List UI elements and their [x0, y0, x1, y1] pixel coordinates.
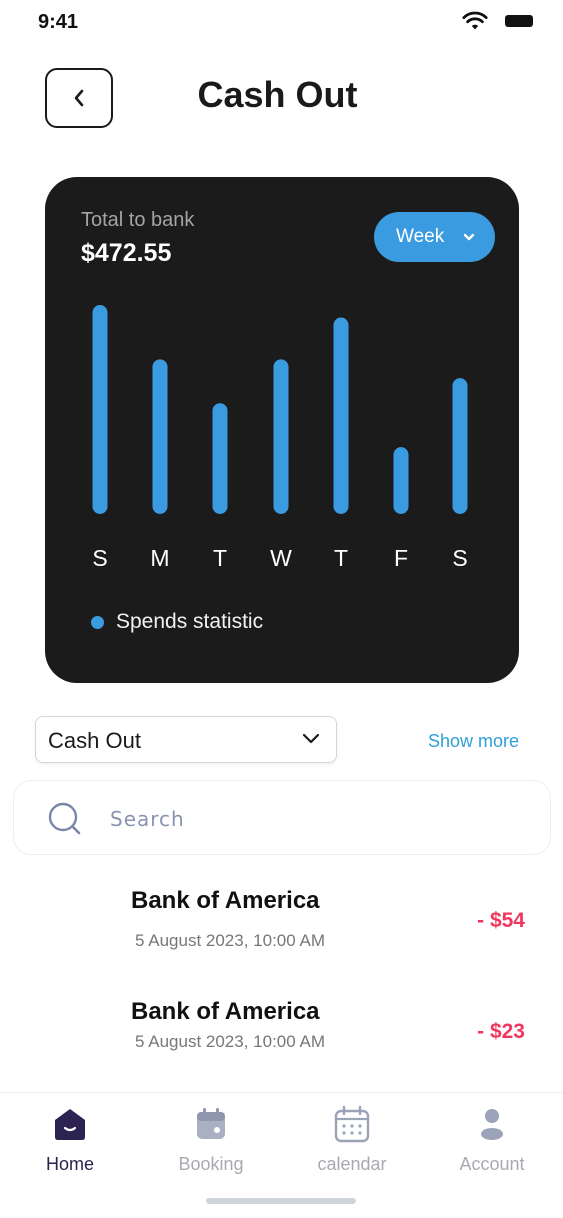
transaction-date: 5 August 2023, 10:00 AM [135, 931, 325, 950]
chart-bar [273, 359, 289, 514]
home-icon [55, 1109, 85, 1140]
tab-account-label: Account [459, 1154, 525, 1174]
x-tick-label: S [92, 545, 107, 571]
tab-booking[interactable]: Booking [141, 1093, 281, 1188]
transaction-type-dropdown[interactable]: Cash Out [35, 716, 337, 763]
legend-dot [91, 615, 104, 629]
page-title: Cash Out [0, 74, 563, 116]
transaction-name: Bank of America [131, 998, 320, 1025]
x-tick-label: M [150, 545, 169, 571]
legend-label: Spends statistic [116, 610, 264, 633]
x-tick-label: S [452, 545, 467, 571]
show-more-link[interactable]: Show more [428, 731, 519, 752]
status-time: 9:41 [38, 11, 79, 33]
chart-legend: Spends statistic [91, 610, 263, 634]
search-bar[interactable] [13, 780, 551, 855]
chart-bar [212, 403, 228, 514]
chevron-down-icon [302, 733, 320, 744]
chart-bar [393, 447, 409, 514]
tab-booking-label: Booking [178, 1154, 244, 1174]
chart-bar [92, 305, 108, 514]
calendar-icon [334, 1105, 370, 1143]
transaction-type-label: Cash Out [48, 728, 141, 753]
tab-calendar-label: calendar [317, 1154, 387, 1174]
wifi-icon [462, 11, 488, 30]
chart-bar [152, 359, 168, 514]
transaction-row[interactable]: Bank of America 5 August 2023, 10:00 AM … [0, 882, 563, 972]
account-icon [481, 1109, 503, 1140]
x-tick-label: T [334, 545, 348, 571]
transaction-name: Bank of America [131, 887, 320, 914]
tab-home-label: Home [45, 1154, 94, 1174]
tab-calendar[interactable]: calendar [282, 1093, 422, 1188]
search-icon [48, 802, 81, 835]
search-input[interactable] [110, 805, 490, 833]
tab-home[interactable]: Home [0, 1093, 140, 1188]
status-bar: 9:41 [0, 0, 563, 44]
transaction-amount: - $54 [477, 909, 525, 932]
page-title-text: Cash Out [197, 74, 358, 115]
home-indicator [206, 1198, 356, 1204]
statistics-card: Total to bank $472.55 Week SMTWTFS Spend… [45, 177, 519, 683]
x-tick-label: F [394, 545, 408, 571]
x-tick-label: T [213, 545, 227, 571]
booking-icon [197, 1108, 225, 1139]
transaction-amount: - $23 [477, 1020, 525, 1043]
x-tick-label: W [270, 545, 292, 571]
chart-bar [452, 378, 468, 514]
chart-bar [333, 317, 349, 514]
bar-chart: SMTWTFS [92, 305, 468, 571]
battery-icon [505, 15, 533, 27]
transaction-row[interactable]: Bank of America 5 August 2023, 10:00 AM … [0, 993, 563, 1083]
transaction-date: 5 August 2023, 10:00 AM [135, 1032, 325, 1051]
tab-account[interactable]: Account [422, 1093, 562, 1188]
